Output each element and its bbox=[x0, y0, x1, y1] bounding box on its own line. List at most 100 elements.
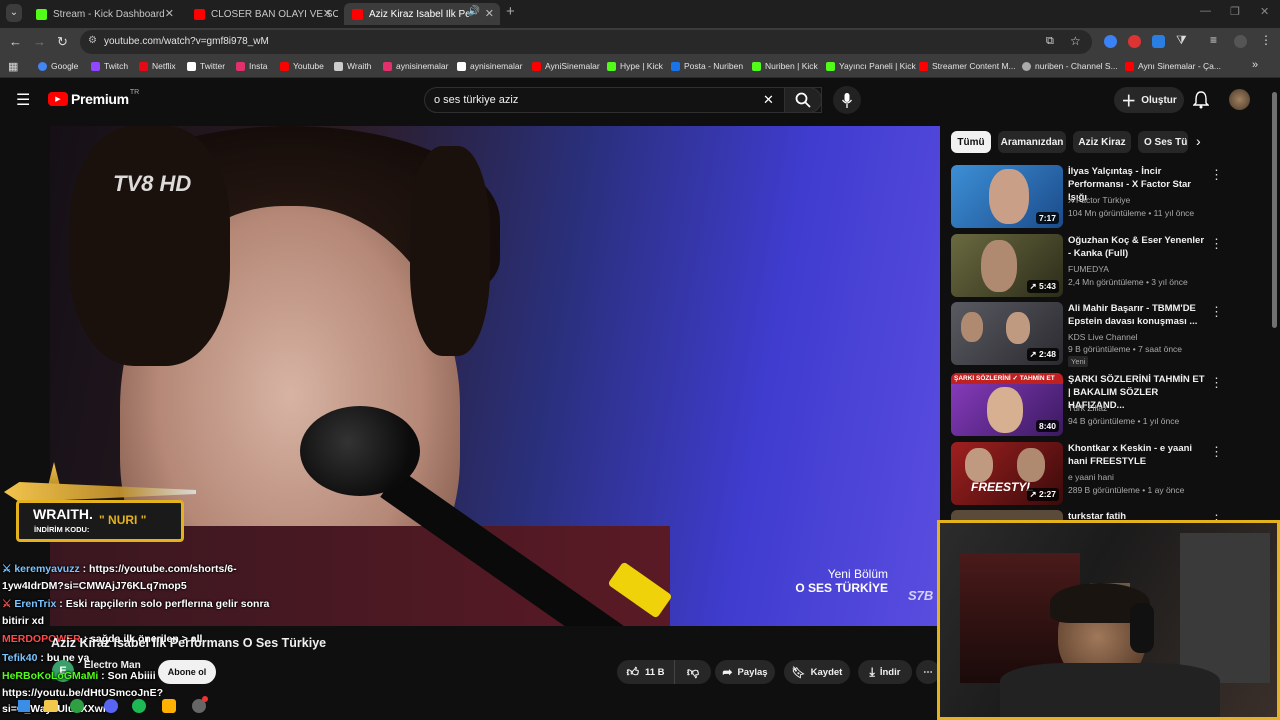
video-thumbnail[interactable]: 7:17 bbox=[951, 165, 1063, 228]
taskbar bbox=[0, 692, 220, 720]
bookmark-aynisinemalar-x[interactable]: aynisinemalar bbox=[457, 61, 522, 71]
spotify-icon[interactable] bbox=[132, 699, 146, 713]
browser-tab-closer-ban[interactable]: CLOSER BAN OLAYI VE SONRA ✕ bbox=[186, 3, 338, 25]
reading-list-icon[interactable]: ≡ bbox=[1210, 33, 1223, 47]
chip-from-search[interactable]: Aramanızdan bbox=[998, 131, 1066, 153]
video-title[interactable]: Ali Mahir Başarır - TBMM'DE Epstein dava… bbox=[1068, 302, 1208, 328]
hamburger-menu-icon[interactable]: ☰ bbox=[16, 90, 30, 110]
notifications-bell-icon[interactable] bbox=[1193, 91, 1209, 109]
subscribe-button[interactable]: Abone ol bbox=[158, 660, 216, 684]
chip-o-ses[interactable]: O Ses Tü bbox=[1138, 131, 1188, 153]
search-input[interactable]: o ses türkiye aziz ✕ bbox=[424, 87, 822, 113]
forward-arrow-icon[interactable]: → bbox=[33, 34, 46, 49]
extension-icon[interactable] bbox=[1128, 35, 1141, 48]
close-tab-icon[interactable]: ✕ bbox=[165, 7, 174, 20]
new-tab-button[interactable]: + bbox=[506, 3, 515, 20]
channel-name[interactable]: X Factor Türkiye bbox=[1068, 195, 1130, 205]
chip-all[interactable]: Tümü bbox=[951, 131, 991, 153]
windows-start-icon[interactable] bbox=[18, 700, 30, 712]
back-arrow-icon[interactable]: ← bbox=[9, 34, 22, 49]
browser-menu-icon[interactable]: ⋮ bbox=[1260, 33, 1273, 47]
discord-icon[interactable] bbox=[104, 699, 118, 713]
video-player[interactable]: TV8 HD Yeni Bölüm O SES TÜRKİYE S7B bbox=[50, 126, 940, 626]
bookmark-ayni-sinemalar[interactable]: Aynı Sinemalar - Ça... bbox=[1125, 61, 1221, 71]
audio-playing-icon[interactable]: 🔊 bbox=[468, 6, 480, 17]
share-arrow-icon: ➦ bbox=[722, 665, 733, 679]
maximize-window-icon[interactable]: ❐ bbox=[1230, 5, 1240, 18]
close-tab-icon[interactable]: ✕ bbox=[323, 7, 332, 20]
dislike-button[interactable]: 👎︎ bbox=[675, 660, 711, 684]
channel-name[interactable]: KDS Live Channel bbox=[1068, 332, 1137, 342]
reload-icon[interactable]: ↻ bbox=[57, 34, 68, 50]
address-bar[interactable]: ⚙ youtube.com/watch?v=gmf8i978_wM ⧉ ☆ bbox=[80, 30, 1092, 54]
bookmark-google[interactable]: Google bbox=[38, 61, 78, 71]
create-button[interactable]: ＋ Oluştur bbox=[1114, 87, 1184, 113]
recommended-video[interactable]: ↗ 5:43 Oğuzhan Koç & Eser Yenenler - Kan… bbox=[951, 234, 1223, 298]
tab-search-chevron-icon[interactable]: ⌄ bbox=[6, 4, 22, 22]
bookmark-star-icon[interactable]: ☆ bbox=[1070, 34, 1081, 48]
bookmark-channel-s[interactable]: nuriben - Channel S... bbox=[1022, 61, 1118, 71]
extensions-puzzle-icon[interactable]: ⧩ bbox=[1176, 33, 1189, 47]
channel-name[interactable]: Türk Zillaz bbox=[1068, 403, 1107, 413]
bookmark-youtube[interactable]: Youtube bbox=[280, 61, 324, 71]
bookmark-twitch[interactable]: Twitch bbox=[91, 61, 128, 71]
close-window-icon[interactable]: ✕ bbox=[1260, 5, 1269, 18]
search-button[interactable] bbox=[784, 87, 822, 113]
more-options-icon[interactable]: ⋮ bbox=[1210, 444, 1223, 460]
channel-name[interactable]: FUMEDYA bbox=[1068, 264, 1109, 274]
download-button[interactable]: ⤓ İndir bbox=[858, 660, 912, 684]
file-explorer-icon[interactable] bbox=[44, 700, 58, 712]
chip-aziz-kiraz[interactable]: Aziz Kiraz bbox=[1073, 131, 1131, 153]
bookmark-netflix[interactable]: Netflix bbox=[139, 61, 176, 71]
video-title[interactable]: Khontkar x Keskin - e yaani hani FREESTY… bbox=[1068, 442, 1208, 468]
chat-message: ⚔ keremyavuzz : https://youtube.com/shor… bbox=[2, 563, 237, 575]
bookmark-hype-kick[interactable]: Hype | Kick bbox=[607, 61, 663, 71]
like-button[interactable]: 👍︎ 11 B bbox=[617, 660, 675, 684]
save-button[interactable]: 🔖︎ Kaydet bbox=[784, 660, 850, 684]
bookmark-nuriben-kick[interactable]: Nuriben | Kick bbox=[752, 61, 818, 71]
shield-extension-icon[interactable] bbox=[1152, 35, 1165, 48]
recommended-video[interactable]: ↗ 2:48 Ali Mahir Başarır - TBMM'DE Epste… bbox=[951, 302, 1223, 367]
bookmark-posta[interactable]: Posta - Nuriben bbox=[671, 61, 743, 71]
more-bookmarks-chevron-icon[interactable]: » bbox=[1252, 59, 1258, 71]
voice-search-button[interactable] bbox=[833, 86, 861, 114]
more-options-icon[interactable]: ⋮ bbox=[1210, 236, 1223, 252]
install-app-icon[interactable]: ⧉ bbox=[1046, 35, 1054, 48]
youtube-premium-logo[interactable]: ▶ Premium TR bbox=[48, 89, 139, 107]
channel-name[interactable]: e yaani hani bbox=[1068, 472, 1114, 482]
browser-tab-kick-dashboard[interactable]: Stream - Kick Dashboard ✕ bbox=[28, 3, 180, 25]
bookmark-twitter[interactable]: Twitter bbox=[187, 61, 225, 71]
bookmark-yayinci-paneli[interactable]: Yayıncı Paneli | Kick bbox=[826, 61, 916, 71]
bookmark-insta[interactable]: Insta bbox=[236, 61, 267, 71]
apps-grid-icon[interactable]: ▦ bbox=[8, 60, 18, 73]
browser-tab-aziz-kiraz[interactable]: Aziz Kiraz Isabel İlk Perform 🔊 ✕ bbox=[344, 3, 500, 25]
bookmark-wraith[interactable]: Wraith bbox=[334, 61, 371, 71]
video-thumbnail[interactable]: FREESTYL ↗ 2:27 bbox=[951, 442, 1063, 505]
recommended-video[interactable]: 7:17 İlyas Yalçıntaş - İncir Performansı… bbox=[951, 165, 1223, 229]
chrome-icon[interactable] bbox=[70, 699, 84, 713]
chips-next-chevron-icon[interactable]: › bbox=[1196, 133, 1201, 149]
account-avatar[interactable] bbox=[1229, 89, 1250, 110]
recommended-video[interactable]: ŞARKI SÖZLERİNİ ✓ TAHMİN ET 8:40 ŞARKI S… bbox=[951, 373, 1223, 437]
page-scrollbar[interactable] bbox=[1272, 92, 1277, 328]
video-title[interactable]: Oğuzhan Koç & Eser Yenenler - Kanka (Ful… bbox=[1068, 234, 1208, 260]
extension-icon[interactable] bbox=[1104, 35, 1117, 48]
more-options-icon[interactable]: ⋮ bbox=[1210, 304, 1223, 320]
bookmark-aynisinemalar-insta[interactable]: aynisinemalar bbox=[383, 61, 448, 71]
video-thumbnail[interactable]: ↗ 2:48 bbox=[951, 302, 1063, 365]
video-thumbnail[interactable]: ↗ 5:43 bbox=[951, 234, 1063, 297]
profile-avatar-icon[interactable] bbox=[1234, 35, 1247, 48]
bookmark-streamer-content[interactable]: Streamer Content M... bbox=[919, 61, 1016, 71]
more-options-icon[interactable]: ⋮ bbox=[1210, 375, 1223, 391]
recommended-video[interactable]: FREESTYL ↗ 2:27 Khontkar x Keskin - e ya… bbox=[951, 442, 1223, 506]
clear-search-icon[interactable]: ✕ bbox=[763, 92, 774, 108]
app-icon[interactable] bbox=[162, 699, 176, 713]
minimize-window-icon[interactable]: — bbox=[1200, 5, 1211, 17]
more-options-icon[interactable]: ⋮ bbox=[1210, 167, 1223, 183]
video-thumbnail[interactable]: ŞARKI SÖZLERİNİ ✓ TAHMİN ET 8:40 bbox=[951, 373, 1063, 436]
bookmark-aynisinemalar-yt[interactable]: AyniSinemalar bbox=[532, 61, 600, 71]
youtube-icon bbox=[919, 61, 928, 71]
close-tab-icon[interactable]: ✕ bbox=[485, 7, 494, 20]
site-info-icon[interactable]: ⚙ bbox=[88, 35, 97, 46]
share-button[interactable]: ➦ Paylaş bbox=[715, 660, 775, 684]
